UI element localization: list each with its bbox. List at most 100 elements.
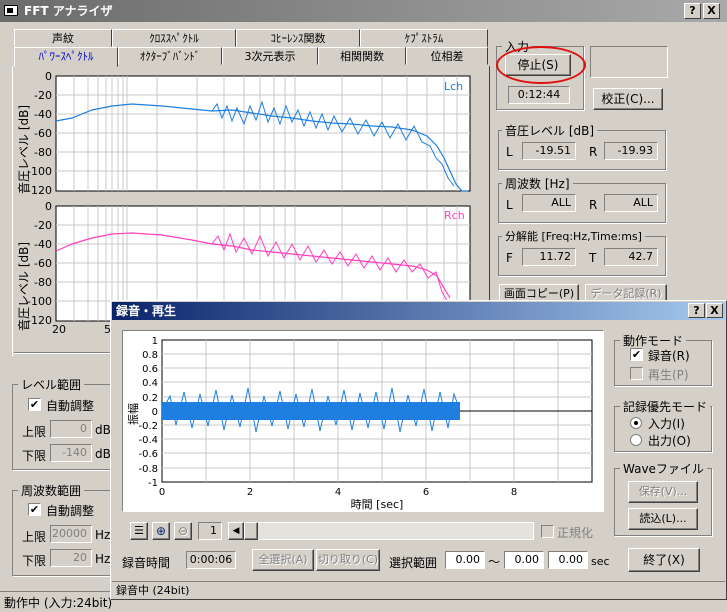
lch-ytick: 0 [45, 70, 52, 83]
level-upper-label: 上限 [22, 425, 47, 439]
res-t-value: 42.7 [604, 248, 658, 266]
sound-r-label: R [589, 145, 598, 159]
tab-cross-spectrum[interactable]: ｸﾛｽｽﾍﾟｸﾄﾙ [112, 29, 236, 47]
waveform-chart: 1 0.8 0.6 0.4 0.2 0 -0.2 -0.4 -0.6 -0.8 … [126, 336, 593, 511]
freq-lower-unit: Hz [95, 552, 111, 566]
level-lower-input[interactable]: -140 [50, 444, 92, 462]
lch-ylabel: 音圧レベル [dB] [16, 105, 31, 194]
level-range-label: レベル範囲 [18, 376, 85, 393]
priority-group-label: 記録優先モード [620, 398, 711, 415]
tab-cepstrum[interactable]: ｹﾌﾟｽﾄﾗﾑ [360, 29, 488, 47]
tab-octave-band[interactable]: ｵｸﾀｰﾌﾞﾊﾞﾝﾄﾞ [118, 47, 222, 65]
wave-ytick: -0.4 [138, 435, 158, 446]
tab-correlation[interactable]: 相関関数 [318, 47, 406, 65]
wave-ytick: 0.2 [142, 393, 158, 404]
sound-level-label: 音圧レベル [dB] [502, 122, 598, 139]
wave-xtick: 8 [511, 487, 517, 498]
wave-ytick: 0.8 [142, 350, 158, 361]
wave-ytick: -0.8 [138, 464, 158, 475]
normalize-label: 正規化 [557, 526, 594, 540]
output-radio[interactable] [630, 434, 642, 446]
time-scrollbar[interactable] [228, 522, 534, 540]
scroll-left-icon[interactable]: ◀ [228, 522, 244, 540]
cut-button[interactable]: 切り取り(C) [316, 549, 380, 571]
wave-ytick: -0.2 [138, 421, 158, 432]
sel-range-label: 選択範囲 [389, 556, 438, 570]
freq-upper-label: 上限 [22, 530, 47, 544]
freq-l-label: L [506, 198, 513, 212]
freq-lower-input[interactable]: 20 [50, 549, 92, 567]
select-all-button[interactable]: 全選択(A) [252, 549, 314, 571]
wave-ytick: 0.6 [142, 364, 158, 375]
freq-range-label: 周波数範囲 [18, 482, 85, 499]
zoom-out-icon[interactable]: ⊖ [174, 522, 192, 540]
separator [14, 352, 112, 354]
res-f-value: 11.72 [522, 248, 576, 266]
rch-ytick: -20 [34, 219, 52, 232]
tab-3d-view[interactable]: 3次元表示 [222, 47, 318, 65]
freq-r-label: R [589, 198, 598, 212]
zoom-value[interactable]: 1 [198, 522, 222, 540]
lch-plot: Lch [55, 75, 471, 192]
play-label: 再生(P) [648, 368, 689, 382]
main-title: FFT アナライザ [24, 4, 113, 18]
record-checkbox[interactable]: ✔ [630, 348, 643, 361]
close-button[interactable]: X [703, 3, 720, 19]
lch-ytick: -80 [34, 146, 52, 159]
wave-xtick: 2 [247, 487, 253, 498]
help-button[interactable]: ? [684, 3, 701, 19]
freq-lower-label: 下限 [22, 554, 47, 568]
rch-ytick: -40 [34, 238, 52, 251]
input-radio[interactable] [630, 417, 642, 429]
rch-ytick: 0 [45, 200, 52, 213]
dialog-title-bar [112, 302, 725, 320]
scroll-thumb[interactable] [244, 522, 258, 540]
zoom-in-icon[interactable]: ⊕ [152, 522, 170, 540]
tab-coherence[interactable]: ｺﾋｰﾚﾝｽ関数 [236, 29, 360, 47]
level-lower-unit: dB [95, 447, 111, 461]
level-lower-label: 下限 [22, 449, 47, 463]
save-button[interactable]: 保存(V)... [628, 481, 698, 503]
dialog-help-button[interactable]: ? [688, 303, 705, 318]
quit-button[interactable]: 終了(X) [628, 548, 700, 572]
freq-upper-input[interactable]: 20000 [50, 525, 92, 543]
sel-end-input[interactable]: 0.00 [504, 551, 544, 569]
level-upper-unit: dB [95, 423, 111, 437]
dialog-close-button[interactable]: X [706, 303, 723, 318]
sel-start-input[interactable]: 0.00 [445, 551, 485, 569]
fit-view-icon[interactable]: ☰ [130, 522, 148, 540]
app-icon [4, 5, 18, 16]
rch-legend: Rch [444, 209, 465, 222]
sec-unit: sec [591, 555, 610, 568]
res-f-label: F [506, 251, 513, 265]
wave-ylabel: 振幅 [126, 403, 140, 425]
rch-ytick: -60 [34, 257, 52, 270]
tab-voiceprint[interactable]: 声紋 [14, 29, 112, 47]
sound-l-value: -19.51 [522, 142, 576, 160]
main-status-text: 動作中 (入力:24bit) [4, 596, 113, 610]
rch-xtick: 20 [52, 323, 66, 336]
level-auto-label: 自動調整 [46, 399, 95, 413]
res-t-label: T [589, 251, 597, 265]
calibrate-button[interactable]: 校正(C)... [593, 88, 663, 110]
tilde: 〜 [488, 555, 501, 569]
rch-ytick: -80 [34, 276, 52, 289]
freq-auto-checkbox[interactable]: ✔ [28, 503, 41, 516]
normalize-checkbox[interactable] [541, 525, 554, 538]
wave-ytick: -0.6 [138, 449, 158, 460]
tab-phase-diff[interactable]: 位相差 [406, 47, 488, 65]
level-auto-checkbox[interactable]: ✔ [28, 398, 41, 411]
sel-length-input[interactable]: 0.00 [548, 551, 588, 569]
stop-highlight-circle [496, 46, 586, 84]
rch-ytick: -100 [27, 295, 52, 308]
wave-file-label: Waveファイル [620, 460, 707, 477]
freq-l-value: ALL [522, 194, 576, 212]
tab-power-spectrum[interactable]: ﾊﾟﾜｰｽﾍﾟｸﾄﾙ [14, 47, 118, 67]
level-upper-input[interactable]: 0 [50, 420, 92, 438]
lch-ytick: -100 [27, 165, 52, 178]
play-checkbox[interactable] [630, 367, 643, 380]
dialog-status-text: 録音中 (24bit) [116, 584, 190, 597]
lch-legend: Lch [444, 80, 463, 93]
dialog-status-bar [112, 581, 725, 597]
load-button[interactable]: 読込(L)... [628, 508, 698, 530]
